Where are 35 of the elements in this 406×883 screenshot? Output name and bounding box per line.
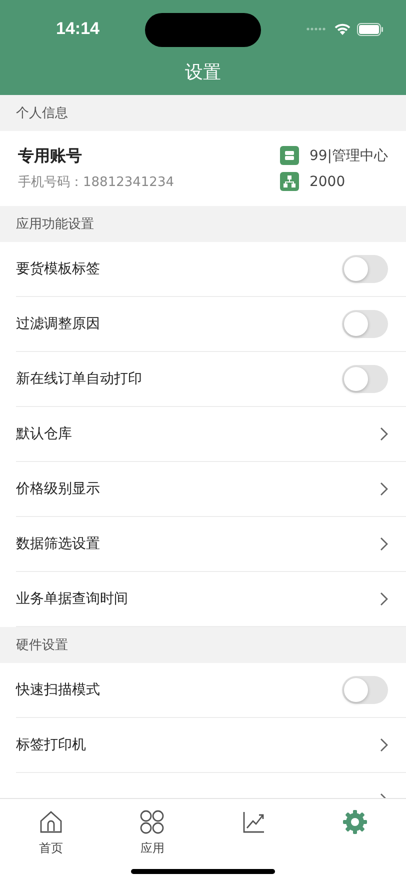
setting-label: 要货模板标签 bbox=[16, 260, 100, 278]
org-chart-icon bbox=[280, 172, 300, 191]
setting-label: 业务单据查询时间 bbox=[16, 590, 128, 608]
toggle-switch[interactable] bbox=[342, 310, 388, 338]
settings-icon bbox=[342, 809, 368, 835]
org-code: 2000 bbox=[309, 174, 346, 190]
setting-label: 标签打印机 bbox=[16, 736, 86, 754]
setting-label: 价格级别显示 bbox=[16, 480, 100, 498]
chevron-right-icon[interactable] bbox=[380, 482, 388, 496]
setting-label: 数据筛选设置 bbox=[16, 535, 100, 553]
tab-item[interactable]: 应用 bbox=[102, 799, 203, 857]
setting-label: 过滤调整原因 bbox=[16, 315, 100, 333]
setting-label: 默认仓库 bbox=[16, 425, 72, 443]
store-icon bbox=[280, 146, 300, 165]
store-name: 99|管理中心 bbox=[309, 146, 388, 164]
toggle-switch[interactable] bbox=[342, 676, 388, 704]
chevron-right-icon[interactable] bbox=[380, 427, 388, 441]
signal-icon bbox=[306, 27, 328, 31]
chevron-right-icon[interactable] bbox=[380, 738, 388, 752]
home-icon bbox=[38, 809, 64, 835]
battery-icon bbox=[357, 22, 384, 36]
wifi-icon bbox=[334, 23, 351, 35]
apps-icon bbox=[139, 809, 166, 835]
toggle-switch[interactable] bbox=[342, 365, 388, 393]
setting-label: 快速扫描模式 bbox=[16, 681, 100, 699]
account-name: 专用账号 bbox=[18, 146, 83, 167]
tab-item[interactable]: 首页 bbox=[0, 799, 102, 857]
chevron-right-icon[interactable] bbox=[380, 537, 388, 551]
status-time: 14:14 bbox=[56, 19, 100, 39]
chart-icon bbox=[240, 809, 267, 835]
chevron-right-icon[interactable] bbox=[380, 592, 388, 606]
phone-number: 手机号码：18812341234 bbox=[18, 174, 175, 191]
toggle-switch[interactable] bbox=[342, 255, 388, 283]
page-title: 设置 bbox=[184, 61, 222, 85]
setting-label: 新在线订单自动打印 bbox=[16, 370, 142, 388]
